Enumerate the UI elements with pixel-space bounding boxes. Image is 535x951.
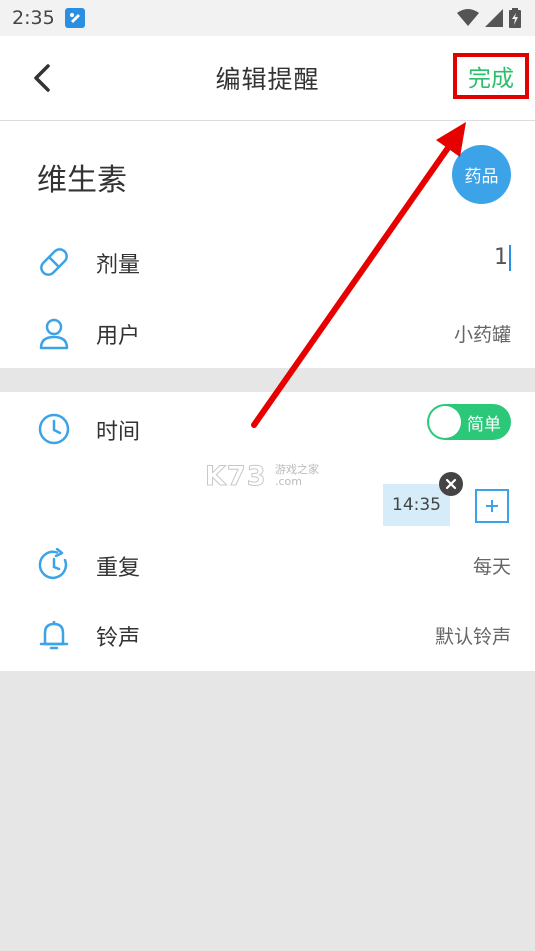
category-badge[interactable]: 药品: [452, 145, 511, 204]
signal-icon: [485, 9, 503, 31]
clock-icon: [37, 412, 71, 446]
battery-icon: [509, 8, 521, 32]
remove-time-button[interactable]: [439, 472, 463, 496]
ringtone-value: 默认铃声: [434, 626, 511, 648]
time-label: 时间: [96, 420, 141, 445]
time-row: 时间 简单: [0, 400, 535, 460]
watermark-logo: K73: [205, 461, 267, 493]
text-cursor: [509, 245, 511, 271]
repeat-value: 每天: [472, 556, 511, 578]
repeat-label: 重复: [96, 556, 141, 581]
repeat-clock-icon: [37, 547, 71, 582]
dosage-input[interactable]: 1: [494, 245, 511, 271]
medicine-card: 维生素 药品 剂量 1 用户 小药罐: [0, 121, 535, 368]
plus-icon: [486, 500, 498, 512]
pill-icon: [37, 245, 71, 279]
watermark-domain: .com: [275, 475, 302, 488]
repeat-row[interactable]: 重复 每天: [0, 536, 535, 596]
mode-toggle-label: 简单: [467, 415, 501, 435]
mode-toggle[interactable]: 简单: [427, 404, 511, 440]
add-time-button[interactable]: [475, 489, 509, 523]
done-button[interactable]: 完成: [453, 53, 529, 99]
dosage-value: 1: [494, 245, 508, 270]
ringtone-label: 铃声: [96, 626, 141, 651]
user-row[interactable]: 用户 小药罐: [0, 304, 535, 364]
user-icon: [37, 316, 71, 350]
status-bar: 2:35: [0, 0, 535, 36]
dosage-row[interactable]: 剂量 1: [0, 233, 535, 293]
ringtone-row[interactable]: 铃声 默认铃声: [0, 606, 535, 666]
medicine-name[interactable]: 维生素: [37, 155, 127, 199]
status-time: 2:35: [12, 7, 55, 29]
watermark: K73 游戏之家 .com: [205, 461, 335, 493]
close-icon: [445, 478, 457, 490]
user-value: 小药罐: [453, 324, 511, 346]
bell-icon: [37, 618, 71, 652]
app-notification-icon: [64, 8, 85, 28]
toggle-knob: [429, 406, 461, 438]
dosage-label: 剂量: [96, 253, 141, 278]
app-header: 编辑提醒 完成: [0, 36, 535, 121]
wifi-icon: [457, 9, 479, 31]
user-label: 用户: [96, 324, 141, 349]
schedule-card: 时间 简单 14:35 重复 每天 铃声 默认铃声: [0, 392, 535, 671]
